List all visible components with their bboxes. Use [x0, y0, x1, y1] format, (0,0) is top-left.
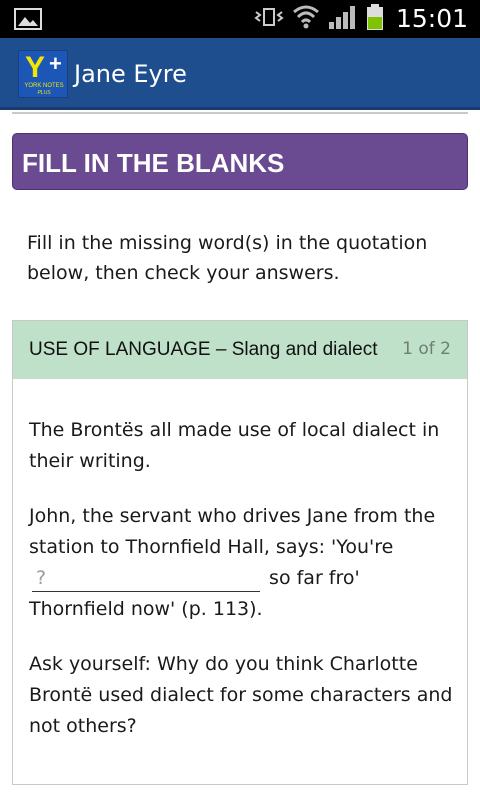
status-time: 15:01 — [395, 4, 468, 33]
york-notes-logo[interactable]: Y + YORK NOTES PLUS — [18, 50, 68, 98]
image-icon — [14, 7, 42, 31]
signal-icon — [328, 4, 358, 34]
app-bar: Y + YORK NOTES PLUS Jane Eyre — [0, 38, 480, 110]
blank-answer-field[interactable]: ? — [32, 565, 260, 592]
instruction-text: Fill in the missing word(s) in the quota… — [27, 232, 428, 284]
paragraph-question: Ask yourself: Why do you think Charlotte… — [29, 653, 453, 737]
question-card: USE OF LANGUAGE – Slang and dialect 1 of… — [12, 320, 468, 785]
section-header-title: FILL IN THE BLANKS — [22, 148, 285, 178]
card-body: The Brontës all made use of local dialec… — [29, 415, 457, 766]
status-bar: 15:01 — [0, 0, 480, 38]
wifi-icon — [292, 4, 320, 34]
question-counter: 1 of 2 — [402, 339, 451, 359]
battery-icon — [366, 3, 384, 35]
divider — [12, 112, 468, 114]
vibrate-icon — [254, 6, 284, 32]
section-header: FILL IN THE BLANKS — [12, 133, 468, 190]
app-title: Jane Eyre — [74, 60, 187, 88]
card-title: USE OF LANGUAGE – Slang and dialect — [29, 339, 378, 360]
paragraph-quotation: John, the servant who drives Jane from t… — [29, 501, 457, 625]
quotation-before: John, the servant who drives Jane from t… — [29, 505, 436, 558]
paragraph-intro: The Brontës all made use of local dialec… — [29, 419, 440, 472]
card-header: USE OF LANGUAGE – Slang and dialect 1 of… — [13, 321, 467, 379]
